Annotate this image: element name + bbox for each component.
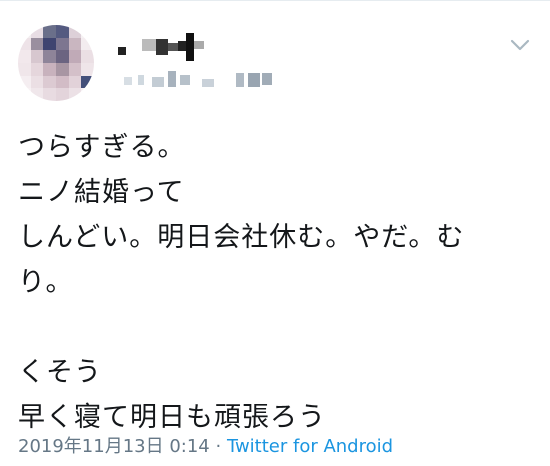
tweet-timestamp[interactable]: 2019年11月13日 0:14: [18, 436, 210, 457]
tweet-text-line: つらすぎる。: [18, 132, 186, 163]
tweet-text-line: くそう: [18, 357, 102, 388]
avatar[interactable]: [18, 25, 94, 101]
tweet-text-line: ニノ結婚って: [18, 177, 185, 208]
tweet-text-line: り。: [18, 267, 74, 298]
chevron-down-icon[interactable]: [510, 37, 530, 51]
tweet-text-line: しんどい。明日会社休む。やだ。む: [18, 222, 465, 253]
tweet-card: つらすぎる。 ニノ結婚って しんどい。明日会社休む。やだ。む り。 くそう 早く…: [0, 0, 550, 466]
meta-separator: ·: [209, 436, 227, 457]
tweet-text: つらすぎる。 ニノ結婚って しんどい。明日会社休む。やだ。む り。 くそう 早く…: [18, 125, 528, 440]
tweet-meta: 2019年11月13日 0:14 · Twitter for Android: [18, 435, 393, 459]
tweet-source-link[interactable]: Twitter for Android: [227, 436, 393, 457]
user-name-redacted[interactable]: [118, 33, 318, 93]
tweet-text-line: 早く寝て明日も頑張ろう: [18, 402, 326, 433]
